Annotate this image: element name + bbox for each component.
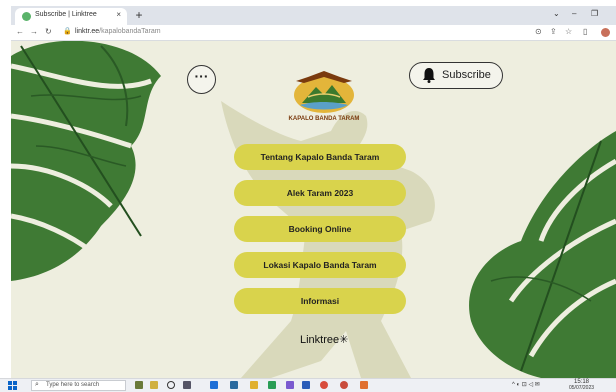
link-informasi[interactable]: Informasi xyxy=(234,288,406,314)
pinned-app-icon[interactable] xyxy=(150,381,158,389)
link-alek-taram-2023[interactable]: Alek Taram 2023 xyxy=(234,180,406,206)
tab-linktree[interactable]: Subscribe | Linktree × xyxy=(15,8,127,25)
maximize-window-button[interactable]: ❐ xyxy=(591,9,598,18)
reload-icon[interactable]: ↻ xyxy=(45,27,52,36)
subscribe-label: Subscribe xyxy=(442,69,491,81)
edge-icon[interactable] xyxy=(210,381,218,389)
side-panel-icon[interactable]: ▯ xyxy=(583,27,587,36)
monstera-leaf-left-icon xyxy=(11,41,161,281)
bookmark-star-icon[interactable]: ☆ xyxy=(565,27,572,36)
google-lens-icon[interactable]: ⊙ xyxy=(535,27,542,36)
tray-date: 05/07/2023 xyxy=(569,385,595,391)
kapalo-banda-taram-logo: KAPALO BANDA TARAM xyxy=(288,67,360,127)
url-path: /kapalobandaTaram xyxy=(99,28,161,35)
link-lokasi-kapalo-banda-taram[interactable]: Lokasi Kapalo Banda Taram xyxy=(234,252,406,278)
mail-icon[interactable] xyxy=(230,381,238,389)
link-booking-online[interactable]: Booking Online xyxy=(234,216,406,242)
file-explorer-icon[interactable] xyxy=(250,381,258,389)
system-tray-icons[interactable]: ^ ◐ ⊡ ◁ ✉ xyxy=(512,381,540,388)
active-app-icon[interactable] xyxy=(360,381,368,389)
lock-icon: 🔒 xyxy=(63,28,72,35)
url-field[interactable]: 🔒 linktr.ee/kapalobandaTaram xyxy=(63,27,533,38)
task-view-icon[interactable] xyxy=(183,381,191,389)
share-icon[interactable]: ⇪ xyxy=(550,27,557,36)
profile-avatar-icon[interactable] xyxy=(601,28,610,37)
url-host: linktr.ee xyxy=(75,28,100,35)
new-tab-button[interactable]: + xyxy=(132,8,146,22)
link-tentang-kapalo-banda-taram[interactable]: Tentang Kapalo Banda Taram xyxy=(234,144,406,170)
subscribe-button[interactable]: Subscribe xyxy=(409,62,503,89)
linktree-page: ··· Subscribe KAPALO BANDA TARAM Tentang… xyxy=(11,41,616,378)
teams-icon[interactable] xyxy=(286,381,294,389)
taskbar-search-placeholder: Type here to search xyxy=(46,382,100,388)
browser-window: Subscribe | Linktree × + ⌄ – ❐ ← → ↻ 🔒 l… xyxy=(11,6,616,378)
whatsapp-icon[interactable] xyxy=(268,381,276,389)
word-icon[interactable] xyxy=(302,381,310,389)
tab-title: Subscribe | Linktree xyxy=(35,11,97,18)
windows-taskbar: ⌕ Type here to search ^ ◐ ⊡ ◁ ✉ 15:18 05… xyxy=(0,378,616,392)
pinned-app-icon[interactable] xyxy=(135,381,143,389)
url-text: linktr.ee/kapalobandaTaram xyxy=(75,28,161,35)
logo-text: KAPALO BANDA TARAM xyxy=(288,116,360,122)
back-arrow-icon[interactable]: ← xyxy=(16,27,24,36)
bell-icon xyxy=(423,68,435,83)
cortana-icon[interactable] xyxy=(167,381,175,389)
close-tab-icon[interactable]: × xyxy=(116,10,121,19)
logo-emblem-icon xyxy=(294,71,354,113)
address-bar: ← → ↻ 🔒 linktr.ee/kapalobandaTaram ⊙ ⇪ ☆… xyxy=(11,25,616,41)
options-menu-button[interactable]: ··· xyxy=(187,65,216,94)
forward-arrow-icon[interactable]: → xyxy=(30,27,38,36)
windows-start-icon[interactable] xyxy=(8,381,17,390)
tab-search-chevron-icon[interactable]: ⌄ xyxy=(553,9,560,18)
linktree-footer-link[interactable]: Linktree✳ xyxy=(300,333,348,346)
chrome-profile-icon[interactable] xyxy=(340,381,348,389)
search-icon: ⌕ xyxy=(35,381,39,388)
chrome-icon[interactable] xyxy=(320,381,328,389)
minimize-window-button[interactable]: – xyxy=(572,9,576,18)
linktree-favicon-icon xyxy=(22,12,31,21)
taskbar-search-field[interactable]: ⌕ Type here to search xyxy=(31,380,126,391)
tab-strip: Subscribe | Linktree × + ⌄ – ❐ xyxy=(11,6,616,25)
